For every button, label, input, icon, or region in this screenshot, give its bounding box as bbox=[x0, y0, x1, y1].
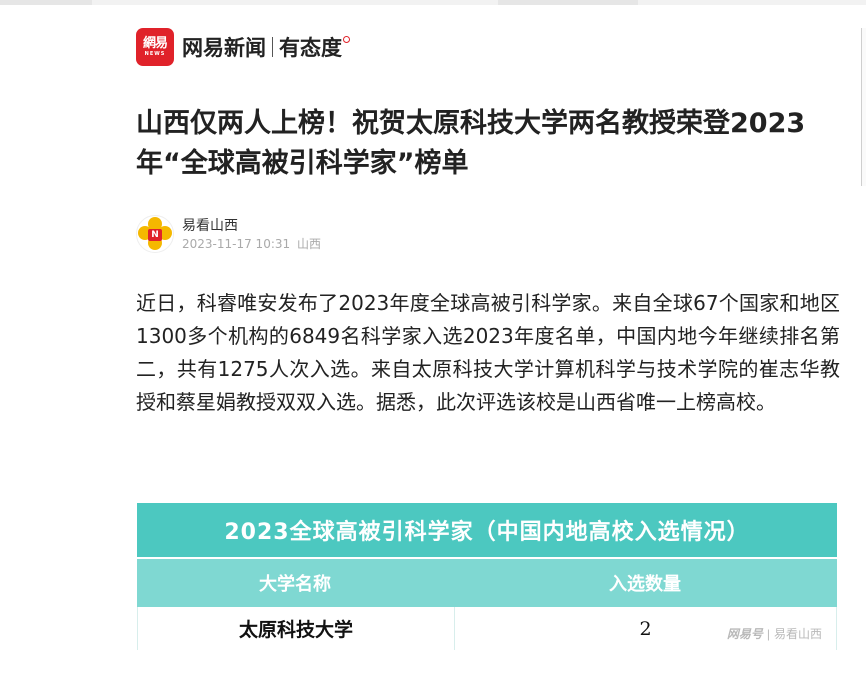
author-avatar[interactable]: N bbox=[136, 215, 174, 253]
table-row: 太原科技大学 2 网易号 | 易看山西 bbox=[137, 607, 837, 650]
cell-university: 太原科技大学 bbox=[138, 607, 455, 650]
table-header-row: 大学名称 入选数量 bbox=[137, 557, 837, 607]
tab-segment bbox=[0, 0, 92, 5]
site-header: 網易 NEWS 网易新闻 有态度 bbox=[136, 28, 350, 66]
author-name[interactable]: 易看山西 bbox=[182, 217, 321, 235]
column-header-university: 大学名称 bbox=[259, 574, 331, 595]
netease-logo-icon[interactable]: 網易 NEWS bbox=[136, 28, 174, 66]
brand-slogan: 有态度 bbox=[279, 36, 342, 60]
post-date: 2023-11-17 10:31 bbox=[182, 236, 291, 251]
article-paragraph: 近日，科睿唯安发布了2023年度全球高被引科学家。来自全球67个国家和地区130… bbox=[136, 291, 840, 414]
author-info: N 易看山西 2023-11-17 10:31 山西 bbox=[136, 214, 321, 254]
brand-divider bbox=[272, 37, 273, 57]
table-title: 2023全球高被引科学家（中国内地高校入选情况） bbox=[137, 503, 837, 557]
browser-top-strip bbox=[0, 0, 866, 5]
post-meta: 2023-11-17 10:31 山西 bbox=[182, 236, 321, 252]
column-header-count: 入选数量 bbox=[609, 574, 681, 595]
avatar-news-icon: N bbox=[148, 229, 162, 241]
registered-mark-icon bbox=[343, 35, 350, 43]
post-location: 山西 bbox=[296, 236, 321, 251]
brand-name: 网易新闻 bbox=[182, 36, 266, 60]
article-title: 山西仅两人上榜！祝贺太原科技大学两名教授荣登2023年“全球高被引科学家”榜单 bbox=[136, 108, 806, 179]
brand-wordmark[interactable]: 网易新闻 有态度 bbox=[182, 32, 350, 62]
tab-segment bbox=[498, 0, 638, 5]
scrollbar[interactable] bbox=[861, 28, 866, 186]
image-watermark: 网易号 | 易看山西 bbox=[726, 627, 822, 641]
ranking-table-image: 2023全球高被引科学家（中国内地高校入选情况） 大学名称 入选数量 太原科技大… bbox=[137, 503, 837, 650]
